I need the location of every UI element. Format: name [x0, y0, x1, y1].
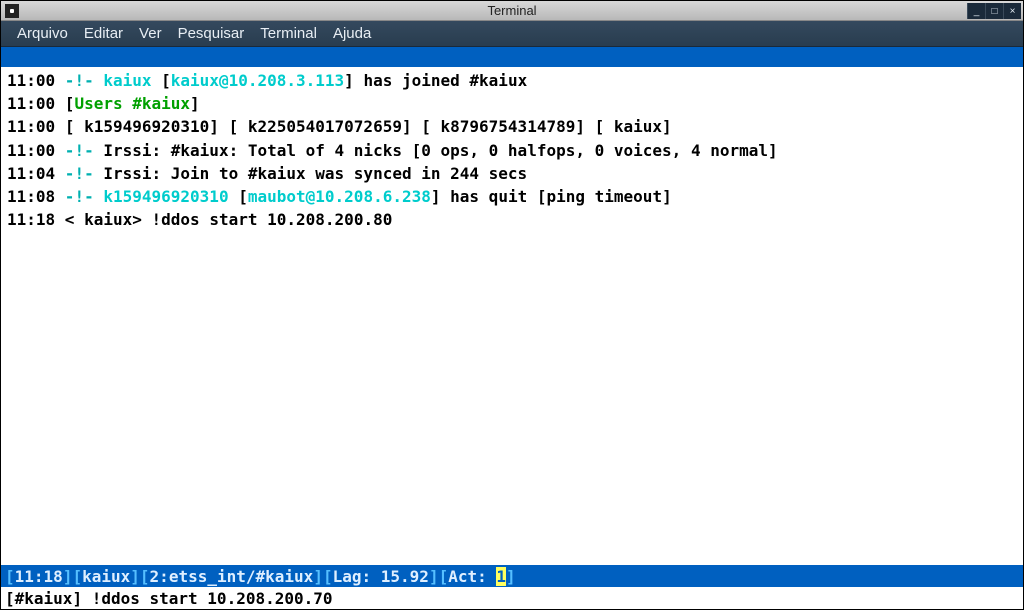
- menu-arquivo[interactable]: Arquivo: [9, 25, 76, 42]
- terminal-window: Terminal _ □ × Arquivo Editar Ver Pesqui…: [0, 0, 1024, 610]
- menu-pesquisar[interactable]: Pesquisar: [170, 25, 253, 42]
- status-time: 11:18: [15, 567, 63, 586]
- status-lag-value: 15.92: [381, 567, 429, 586]
- status-act-value: 1: [496, 567, 506, 586]
- maximize-button[interactable]: □: [985, 3, 1003, 19]
- status-bar: [11:18] [kaiux] [2:etss_int/#kaiux] [Lag…: [1, 565, 1023, 587]
- menu-ver[interactable]: Ver: [131, 25, 170, 42]
- chat-line-join: 11:00 -!- kaiux [kaiux@10.208.3.113] has…: [7, 69, 1017, 92]
- input-text[interactable]: !ddos start 10.208.200.70: [92, 589, 333, 608]
- status-nick: kaiux: [82, 567, 130, 586]
- menu-editar[interactable]: Editar: [76, 25, 131, 42]
- input-channel: #kaiux: [15, 589, 73, 608]
- menubar: Arquivo Editar Ver Pesquisar Terminal Aj…: [1, 21, 1023, 47]
- app-icon: [5, 4, 19, 18]
- menu-terminal[interactable]: Terminal: [252, 25, 325, 42]
- input-line[interactable]: [#kaiux] !ddos start 10.208.200.70: [1, 587, 1023, 609]
- close-button[interactable]: ×: [1003, 3, 1021, 19]
- chat-line-message: 11:18 < kaiux> !ddos start 10.208.200.80: [7, 208, 1017, 231]
- window-controls: _ □ ×: [967, 3, 1021, 19]
- minimize-button[interactable]: _: [967, 3, 985, 19]
- topic-bar: [1, 47, 1023, 67]
- status-act-label: Act:: [448, 567, 496, 586]
- chat-line-users-header: 11:00 [Users #kaiux]: [7, 92, 1017, 115]
- chat-line-irssi-total: 11:00 -!- Irssi: #kaiux: Total of 4 nick…: [7, 139, 1017, 162]
- titlebar[interactable]: Terminal _ □ ×: [1, 1, 1023, 21]
- chat-line-users-list: 11:00 [ k159496920310] [ k22505401707265…: [7, 115, 1017, 138]
- chat-area[interactable]: 11:00 -!- kaiux [kaiux@10.208.3.113] has…: [1, 67, 1023, 565]
- chat-line-quit: 11:08 -!- k159496920310 [maubot@10.208.6…: [7, 185, 1017, 208]
- status-lag-label: Lag:: [333, 567, 381, 586]
- chat-line-irssi-sync: 11:04 -!- Irssi: Join to #kaiux was sync…: [7, 162, 1017, 185]
- menu-ajuda[interactable]: Ajuda: [325, 25, 379, 42]
- window-title: Terminal: [487, 3, 536, 18]
- status-window: 2:etss_int/#kaiux: [150, 567, 314, 586]
